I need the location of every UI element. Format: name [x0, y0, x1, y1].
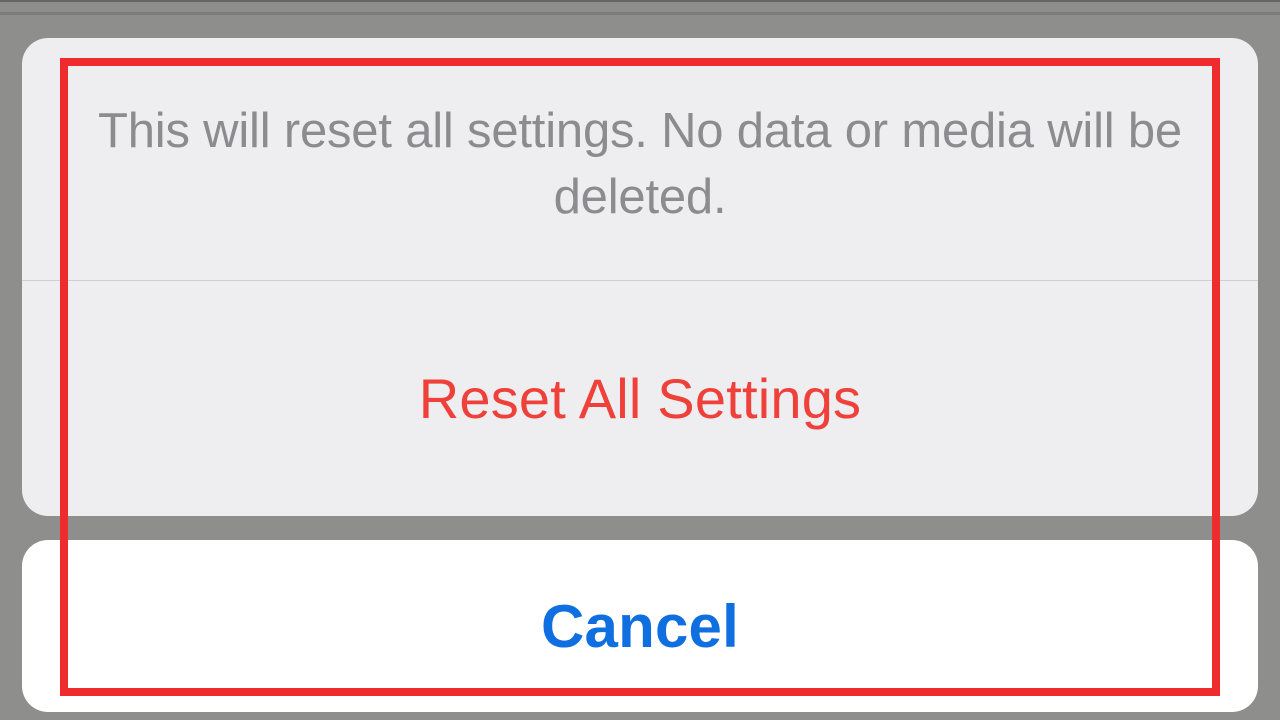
- action-sheet-message-text: This will reset all settings. No data or…: [68, 98, 1212, 230]
- action-sheet: This will reset all settings. No data or…: [22, 38, 1258, 712]
- reset-all-settings-button[interactable]: Reset All Settings: [22, 281, 1258, 516]
- sheet-gap: [22, 516, 1258, 540]
- cancel-label: Cancel: [541, 592, 739, 661]
- reset-all-settings-label: Reset All Settings: [419, 366, 862, 431]
- dim-backdrop: This will reset all settings. No data or…: [0, 0, 1280, 720]
- action-sheet-top-group: This will reset all settings. No data or…: [22, 38, 1258, 516]
- action-sheet-container: This will reset all settings. No data or…: [22, 38, 1258, 712]
- action-sheet-message: This will reset all settings. No data or…: [22, 38, 1258, 281]
- cancel-button[interactable]: Cancel: [22, 540, 1258, 712]
